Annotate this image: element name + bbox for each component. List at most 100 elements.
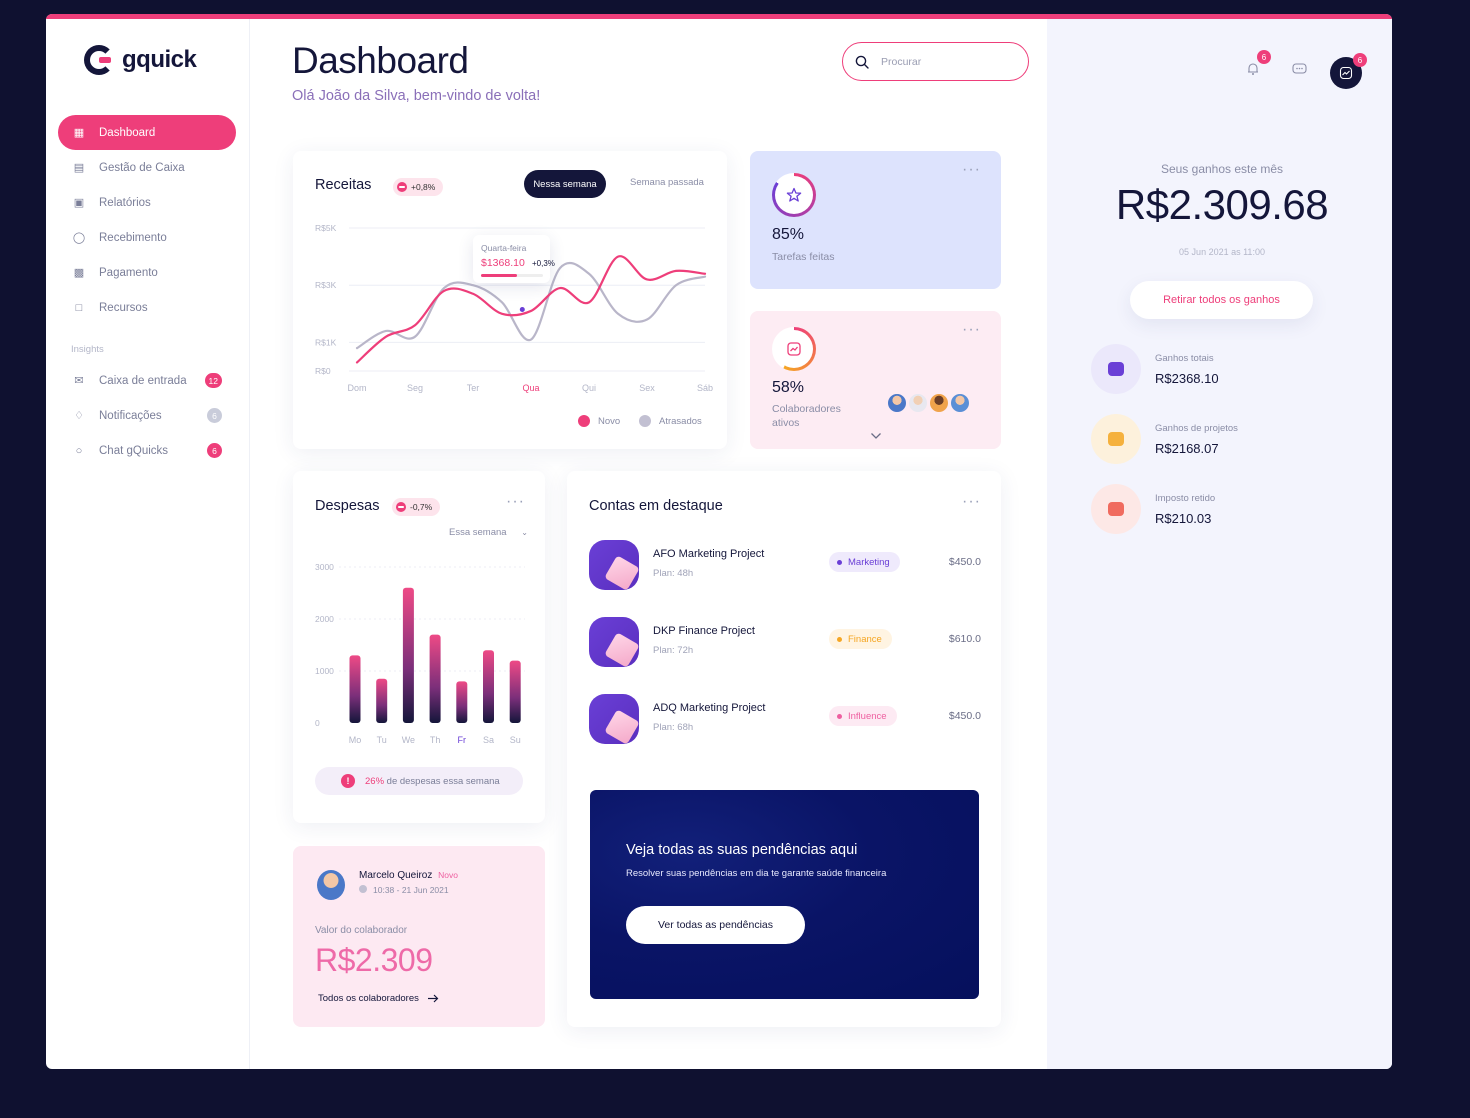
legend-novo-swatch — [578, 415, 590, 427]
earnings-icon — [1091, 484, 1141, 534]
sidebar-item-label: Recebimento — [99, 231, 167, 244]
page-subtitle: Olá João da Silva, bem-vindo de volta! — [292, 88, 541, 104]
project-name: AFO Marketing Project — [653, 548, 765, 560]
revenue-line-chart: R$0 R$1K R$3K R$5K Dom Seg Ter Qua Qui Sex Sáb — [315, 223, 713, 393]
project-plan: Plan: 68h — [653, 722, 694, 733]
x-tick-label: Seg — [407, 383, 423, 393]
sidebar-item-label: Recursos — [99, 301, 148, 314]
sidebar-item-label: Chat gQuicks — [99, 444, 169, 457]
x-tick-label: Fr — [458, 735, 467, 745]
sidebar-item-chat-gquicks[interactable]: ○ Chat gQuicks 6 — [58, 433, 236, 468]
chevron-down-icon[interactable] — [870, 432, 882, 440]
sidebar-section-label: Insights — [71, 343, 104, 355]
tasks-label: Tarefas feitas — [772, 251, 835, 263]
sidebar-item-gest-o-de-caixa[interactable]: ▤ Gestão de Caixa — [58, 150, 236, 185]
project-thumbnail — [589, 694, 639, 744]
notification-count: 6 — [1257, 50, 1271, 64]
earnings-icon — [1091, 414, 1141, 464]
earnings-icon — [1091, 344, 1141, 394]
project-amount: $610.0 — [948, 633, 981, 645]
payment-icon: ▩ — [73, 267, 85, 279]
x-tick-label: Th — [430, 735, 441, 745]
collaborator-value: R$2.309 — [315, 942, 433, 978]
list-item[interactable]: DKP Finance Project Plan: 72h Finance $610.… — [589, 617, 981, 669]
project-plan: Plan: 48h — [653, 568, 694, 579]
avatar — [928, 392, 950, 414]
x-tick-label: Mo — [349, 735, 362, 745]
sidebar-item-label: Gestão de Caixa — [99, 161, 185, 174]
sidebar-item-recebimento[interactable]: ◯ Recebimento — [58, 220, 236, 255]
tooltip-value: $1368.10 — [481, 257, 525, 269]
sidebar-item-label: Caixa de entrada — [99, 374, 187, 387]
grid-icon: ▦ — [73, 127, 85, 139]
search-box[interactable] — [842, 42, 1029, 81]
message-button[interactable] — [1283, 53, 1315, 85]
sidebar-item-label: Relatórios — [99, 196, 151, 209]
right-panel: 6 6 Seus ganhos este mês R$2.309.68 05 J… — [1047, 19, 1392, 1069]
banner-title: Veja todas as suas pendências aqui — [626, 842, 858, 858]
sidebar-item-notifica-es[interactable]: ♢ Notificações 6 — [58, 398, 236, 433]
receive-icon: ◯ — [72, 232, 86, 244]
collaborator-value-label: Valor do colaborador — [315, 925, 408, 936]
x-tick-label: Dom — [347, 383, 366, 393]
y-tick-label: R$3K — [315, 280, 337, 290]
count-badge: 6 — [207, 443, 222, 458]
withdraw-button[interactable]: Retirar todos os ganhos — [1130, 281, 1313, 319]
profile-button[interactable]: 6 — [1330, 53, 1367, 89]
list-item[interactable]: AFO Marketing Project Plan: 48h Marketing $… — [589, 540, 981, 592]
avatar — [949, 392, 971, 414]
page-title: Dashboard — [292, 40, 469, 81]
project-amount: $450.0 — [948, 710, 981, 722]
list-item[interactable]: ADQ Marketing Project Plan: 68h Influence $… — [589, 694, 981, 746]
legend-novo: Novo — [578, 415, 620, 427]
collaborators-value: 58% — [772, 379, 805, 396]
project-name: DKP Finance Project — [653, 625, 755, 637]
bar — [402, 587, 414, 723]
project-amount: $450.0 — [948, 556, 981, 568]
search-input[interactable] — [881, 55, 1001, 68]
sidebar-item-label: Notificações — [99, 409, 162, 422]
clock-icon — [359, 885, 367, 893]
y-tick-label: R$5K — [315, 223, 337, 233]
sidebar-item-dashboard[interactable]: ▦ Dashboard — [58, 115, 236, 150]
avatar — [886, 392, 908, 414]
x-tick-label: Sa — [483, 735, 494, 745]
project-tag: Finance — [829, 629, 892, 649]
more-icon[interactable]: ··· — [962, 161, 981, 179]
expenses-bar-chart: 0 1000 2000 3000 Mo Tu We Th Fr Sa Su — [315, 562, 525, 745]
tooltip-change: +0,3% — [532, 259, 555, 268]
bar — [483, 650, 494, 723]
all-collaborators-link[interactable]: Todos os colaboradores — [318, 993, 439, 1004]
pending-banner: Veja todas as suas pendências aqui Resol… — [590, 790, 979, 999]
earnings-item: Imposto retido R$210.03 — [1091, 484, 1351, 536]
sidebar-item-relat-rios[interactable]: ▣ Relatórios — [58, 185, 236, 220]
sidebar: gquick ▦ Dashboard ▤ Gestão de Caixa ▣ Relató… — [46, 19, 250, 1069]
view-pending-button[interactable]: Ver todas as pendências — [626, 906, 805, 944]
earnings-item: Ganhos totais R$2368.10 — [1091, 344, 1351, 396]
trend-icon — [1339, 66, 1353, 80]
sidebar-item-recursos[interactable]: □ Recursos — [58, 290, 236, 325]
project-plan: Plan: 72h — [653, 645, 694, 656]
arrow-right-icon — [427, 994, 439, 1003]
earnings-date: 05 Jun 2021 as 11:00 — [1179, 247, 1265, 257]
earnings-item-value: R$210.03 — [1155, 511, 1212, 526]
x-tick-label: Tu — [377, 735, 387, 745]
y-tick-label: 3000 — [315, 562, 334, 572]
avatar — [907, 392, 929, 414]
sidebar-item-caixa-de-entrada[interactable]: ✉ Caixa de entrada 12 — [58, 363, 236, 398]
logo[interactable]: gquick — [84, 45, 197, 75]
sidebar-item-pagamento[interactable]: ▩ Pagamento — [58, 255, 236, 290]
tasks-stat-card: ··· 85% Tarefas feitas — [750, 151, 1001, 289]
collaborator-name: Marcelo Queiroz Novo — [359, 870, 458, 881]
tooltip-day: Quarta-feira — [481, 243, 527, 253]
x-tick-label: We — [402, 735, 415, 745]
mail-icon: ✉ — [74, 375, 84, 387]
more-icon[interactable]: ··· — [962, 321, 981, 339]
project-name: ADQ Marketing Project — [653, 702, 766, 714]
revenue-card: Receitas +0,8% Nessa semana Semana passa… — [293, 151, 727, 449]
x-tick-label: Sáb — [697, 383, 713, 393]
more-icon[interactable]: ··· — [962, 493, 981, 511]
notification-button[interactable]: 6 — [1237, 50, 1271, 85]
project-tag: Influence — [829, 706, 897, 726]
x-tick-label: Sex — [639, 383, 655, 393]
